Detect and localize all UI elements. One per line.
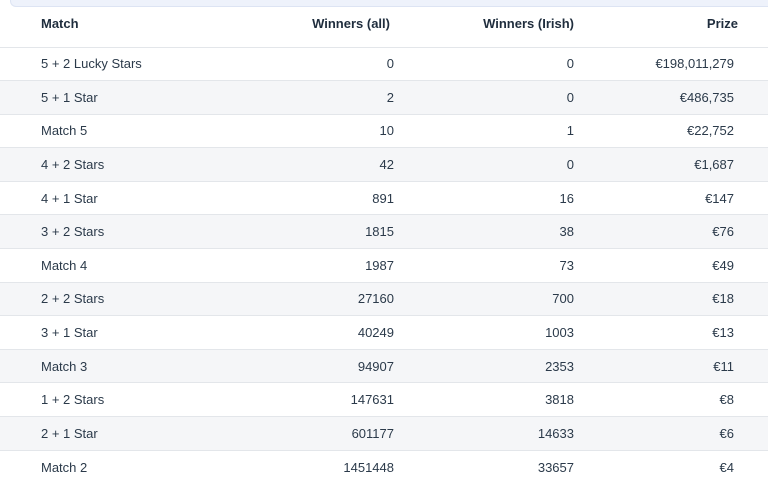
table-row: Match 3 94907 2353 €11 [0,348,768,383]
cell-winners-all: 891 [213,180,394,215]
cell-prize: €22,752 [588,113,768,148]
header-match: Match [41,16,79,31]
cell-winners-irish: 38 [394,214,588,249]
cell-winners-all: 1987 [213,248,394,283]
cell-prize: €486,735 [588,80,768,115]
cell-winners-all: 0 [213,46,394,81]
cell-prize: €4 [588,449,768,484]
cell-prize: €198,011,279 [588,46,768,81]
cell-winners-all: 147631 [213,382,394,417]
cell-winners-irish: 73 [394,248,588,283]
table-row: 5 + 2 Lucky Stars 0 0 €198,011,279 [0,46,768,81]
table-row: 2 + 2 Stars 27160 700 €18 [0,281,768,316]
table-row: Match 2 1451448 33657 €4 [0,449,768,484]
cell-winners-irish: 1003 [394,315,588,350]
cell-winners-irish: 2353 [394,348,588,383]
cell-prize: €1,687 [588,147,768,182]
cell-winners-all: 94907 [213,348,394,383]
header-prize: Prize [706,16,738,31]
cell-match: 2 + 2 Stars [0,281,213,316]
cell-prize: €147 [588,180,768,215]
cell-winners-irish: 0 [394,80,588,115]
table-row: 3 + 2 Stars 1815 38 €76 [0,214,768,249]
cell-match: Match 5 [0,113,213,148]
cell-match: Match 3 [0,348,213,383]
cell-prize: €49 [588,248,768,283]
cell-prize: €18 [588,281,768,316]
cell-match: 3 + 2 Stars [0,214,213,249]
table-row: 3 + 1 Star 40249 1003 €13 [0,315,768,350]
cell-prize: €11 [588,348,768,383]
cell-winners-all: 10 [213,113,394,148]
cell-winners-all: 2 [213,80,394,115]
cell-winners-all: 42 [213,147,394,182]
cell-winners-irish: 16 [394,180,588,215]
cell-prize: €13 [588,315,768,350]
table-row: Match 4 1987 73 €49 [0,248,768,283]
cell-winners-all: 40249 [213,315,394,350]
table-row: 4 + 1 Star 891 16 €147 [0,180,768,215]
cell-match: Match 4 [0,248,213,283]
cell-prize: €6 [588,416,768,451]
cell-winners-all: 601177 [213,416,394,451]
cell-winners-irish: 3818 [394,382,588,417]
cell-match: 4 + 1 Star [0,180,213,215]
cell-winners-irish: 1 [394,113,588,148]
table-row: Match 5 10 1 €22,752 [0,113,768,148]
header-winners-all: Winners (all) [312,16,390,31]
table-row: 2 + 1 Star 601177 14633 €6 [0,416,768,451]
results-table-container: Match Winners (all) Winners (Irish) Priz… [0,0,768,488]
cell-match: Match 2 [0,449,213,484]
cell-winners-irish: 0 [394,147,588,182]
table-row: 1 + 2 Stars 147631 3818 €8 [0,382,768,417]
cell-prize: €76 [588,214,768,249]
cell-match: 3 + 1 Star [0,315,213,350]
cell-winners-all: 27160 [213,281,394,316]
cell-prize: €8 [588,382,768,417]
cell-winners-irish: 33657 [394,449,588,484]
header-winners-irish: Winners (Irish) [483,16,574,31]
cell-match: 5 + 1 Star [0,80,213,115]
cell-match: 2 + 1 Star [0,416,213,451]
prize-breakdown-table: Match Winners (all) Winners (Irish) Priz… [0,0,768,484]
table-row: 5 + 1 Star 2 0 €486,735 [0,80,768,115]
cell-winners-all: 1815 [213,214,394,249]
table-row: 4 + 2 Stars 42 0 €1,687 [0,147,768,182]
cell-match: 1 + 2 Stars [0,382,213,417]
cell-match: 4 + 2 Stars [0,147,213,182]
cell-match: 5 + 2 Lucky Stars [0,46,213,81]
cell-winners-all: 1451448 [213,449,394,484]
cell-winners-irish: 14633 [394,416,588,451]
cell-winners-irish: 0 [394,46,588,81]
table-header-row: Match Winners (all) Winners (Irish) Priz… [0,0,768,47]
cell-winners-irish: 700 [394,281,588,316]
